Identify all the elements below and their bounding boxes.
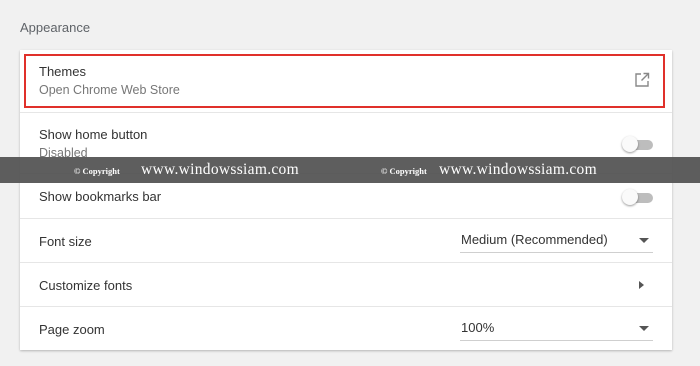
themes-sublabel: Open Chrome Web Store bbox=[39, 83, 180, 97]
page-zoom-value: 100% bbox=[461, 320, 495, 335]
watermark-site: www.windowssiam.com bbox=[141, 161, 299, 178]
toggle-knob bbox=[622, 189, 638, 205]
page-zoom-select[interactable]: 100% bbox=[460, 317, 653, 341]
external-link-icon[interactable] bbox=[634, 72, 650, 88]
dropdown-caret-icon bbox=[639, 238, 649, 243]
page-zoom-row: Page zoom 100% bbox=[20, 306, 672, 350]
home-button-toggle[interactable] bbox=[622, 135, 654, 153]
font-size-select[interactable]: Medium (Recommended) bbox=[460, 229, 653, 253]
themes-label: Themes bbox=[39, 64, 86, 79]
home-button-label: Show home button bbox=[39, 127, 148, 142]
font-size-label: Font size bbox=[39, 234, 92, 249]
font-size-value: Medium (Recommended) bbox=[461, 232, 608, 247]
arrow-right-icon bbox=[639, 281, 644, 289]
bookmarks-bar-label: Show bookmarks bar bbox=[39, 189, 162, 204]
appearance-card: Themes Open Chrome Web Store Show home b… bbox=[20, 50, 672, 350]
customize-fonts-row[interactable]: Customize fonts bbox=[20, 262, 672, 306]
highlight-box bbox=[24, 54, 665, 108]
themes-row[interactable]: Themes Open Chrome Web Store bbox=[20, 50, 672, 112]
watermark-banner: © Copyright www.windowssiam.com © Copyri… bbox=[0, 157, 700, 183]
section-title: Appearance bbox=[20, 20, 91, 35]
font-size-row: Font size Medium (Recommended) bbox=[20, 218, 672, 262]
watermark-copyright: © Copyright bbox=[381, 166, 427, 176]
watermark-site: www.windowssiam.com bbox=[439, 161, 597, 178]
dropdown-caret-icon bbox=[639, 326, 649, 331]
bookmarks-bar-toggle[interactable] bbox=[622, 188, 654, 206]
page-zoom-label: Page zoom bbox=[39, 322, 105, 337]
watermark-copyright: © Copyright bbox=[74, 166, 120, 176]
customize-fonts-label: Customize fonts bbox=[39, 278, 133, 293]
toggle-knob bbox=[622, 136, 638, 152]
